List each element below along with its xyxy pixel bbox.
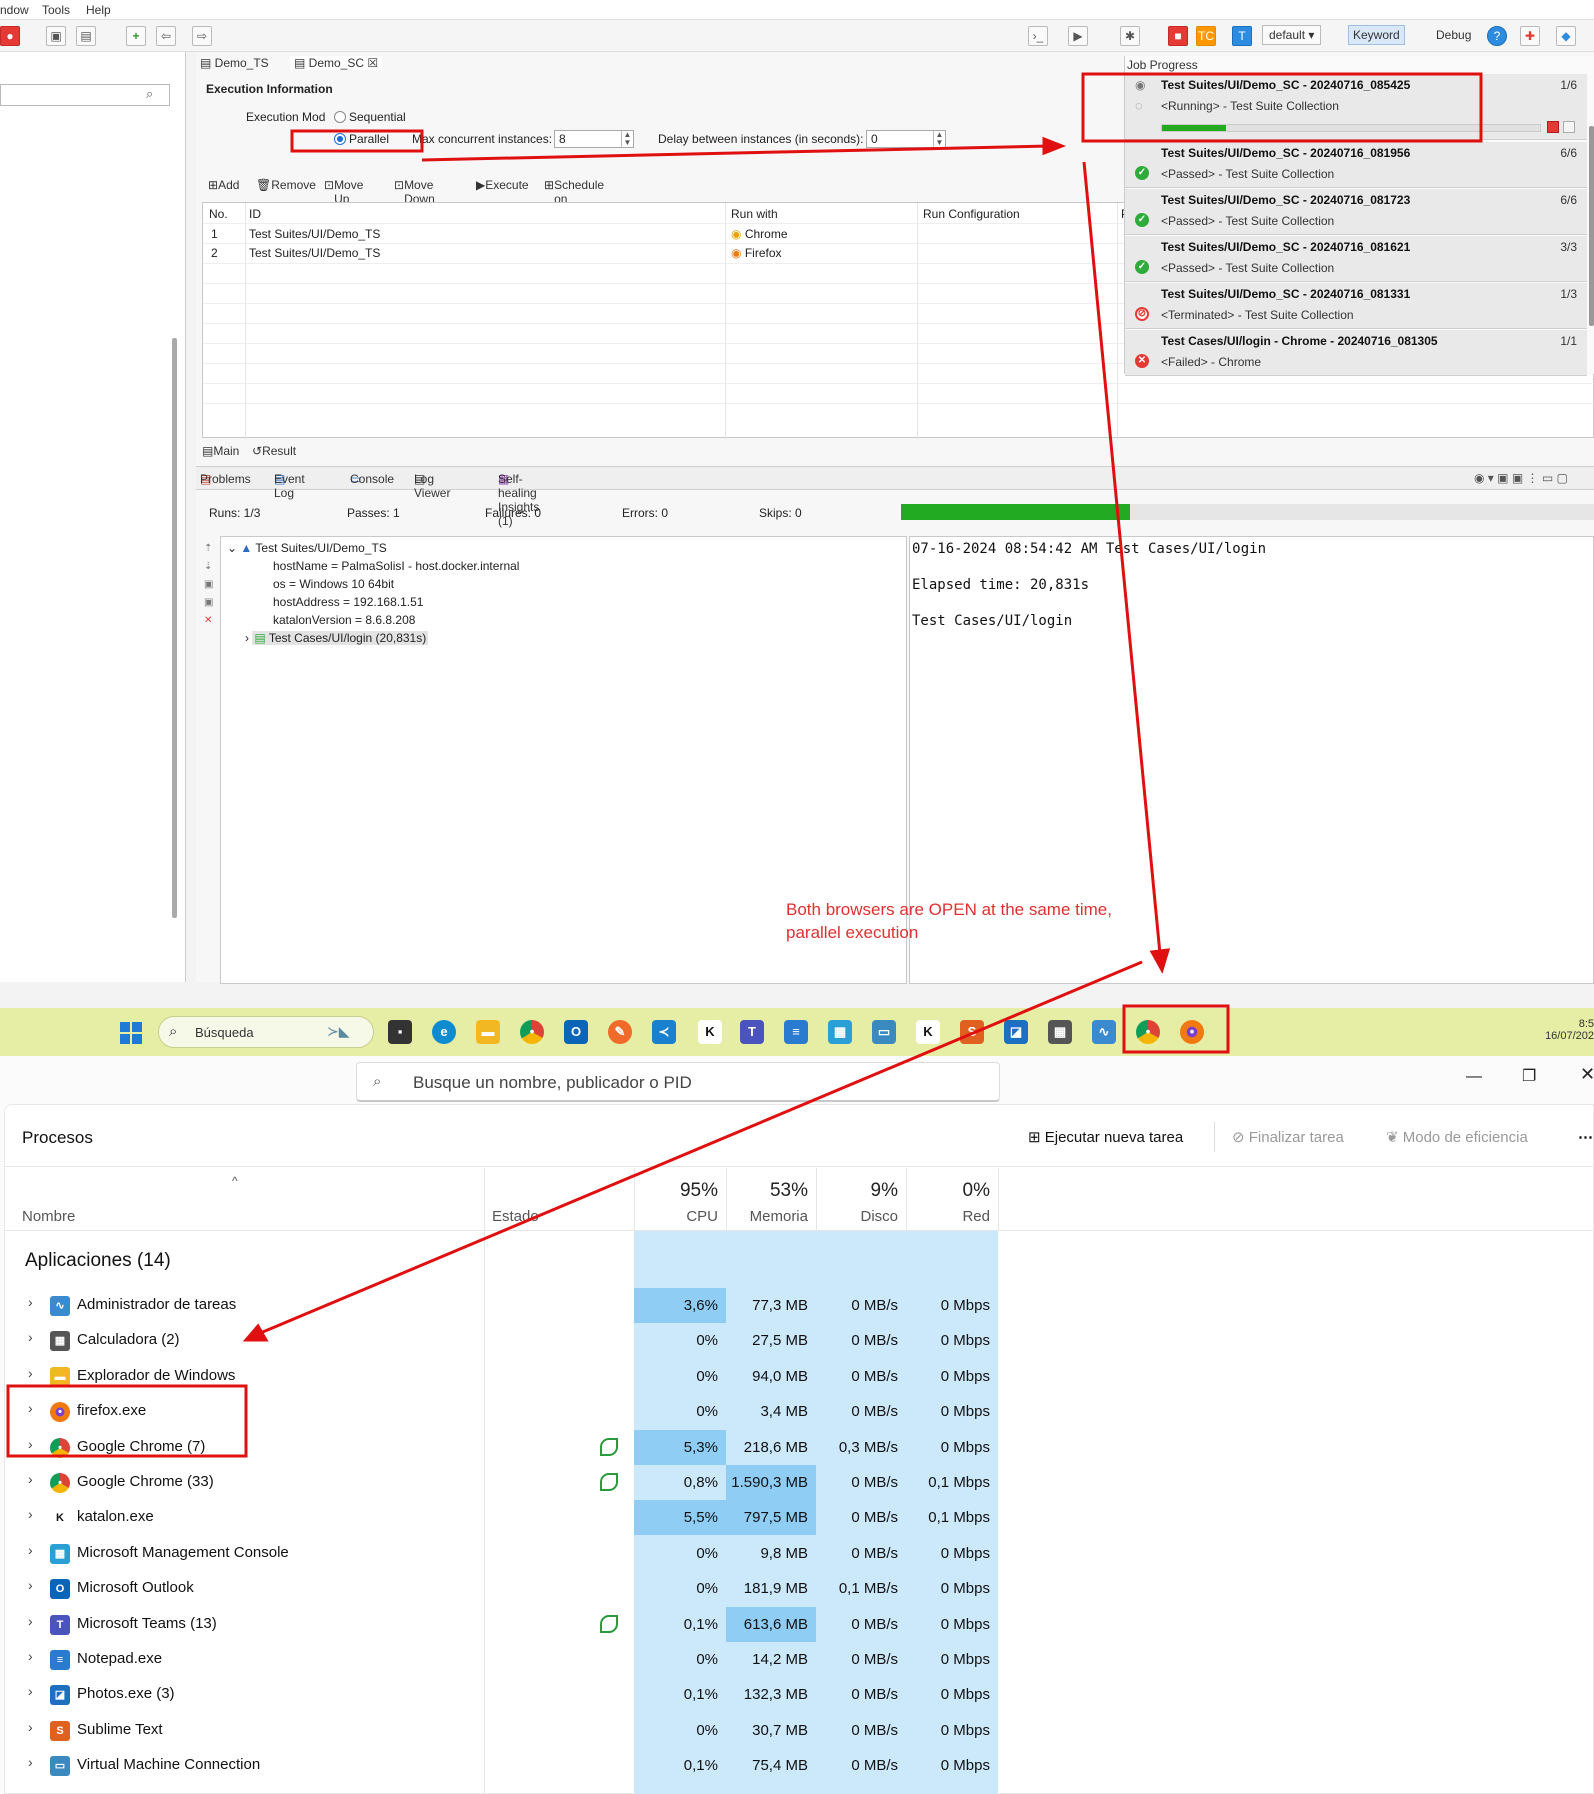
- arrow-head-icon: [1149, 948, 1171, 974]
- running-job-highlight-box: [1081, 72, 1483, 143]
- arrow-head-icon: [1042, 136, 1067, 156]
- arrow-line: [257, 960, 1143, 1336]
- annotation-overlay: [6, 72, 1483, 1458]
- arrow-line: [1082, 161, 1162, 955]
- processes-highlight-box: [6, 1384, 248, 1458]
- taskbar-browsers-highlight-box: [1122, 1004, 1230, 1054]
- arrow-head-icon: [242, 1323, 269, 1342]
- parallel-highlight-box: [290, 129, 424, 153]
- arrow-line: [421, 144, 1051, 162]
